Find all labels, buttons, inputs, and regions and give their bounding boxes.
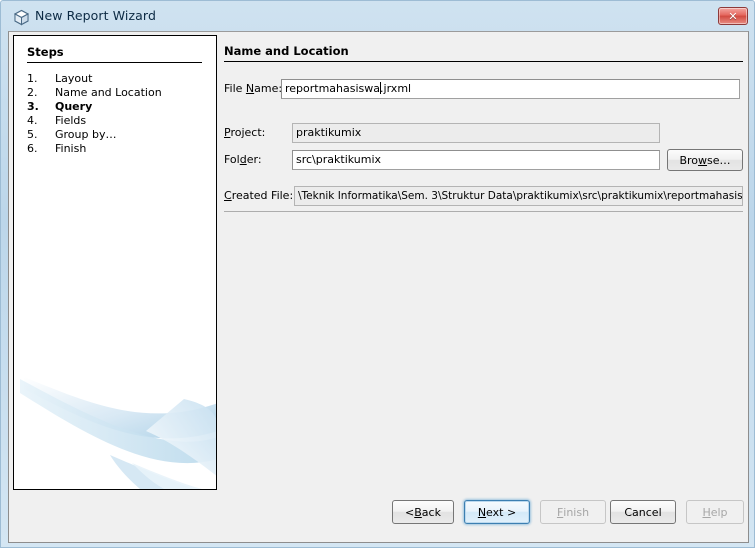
steps-panel: Steps 1. Layout 2. Name and Location 3. …	[13, 35, 217, 490]
folder-input[interactable]: src\praktikumix	[292, 150, 660, 170]
step-number: 6.	[27, 142, 38, 155]
browse-button[interactable]: Bro w se…	[667, 149, 743, 171]
steps-list: 1. Layout 2. Name and Location 3. Query …	[27, 72, 207, 156]
step-item-query: 3. Query	[27, 100, 207, 114]
file-name-value-pre: reportmahasiswa	[285, 82, 381, 95]
step-label: Name and Location	[55, 86, 162, 99]
folder-label: Folder:	[224, 153, 262, 166]
window-title: New Report Wizard	[35, 8, 156, 23]
step-number: 3.	[27, 100, 39, 113]
step-item-layout: 1. Layout	[27, 72, 207, 86]
page-title: Name and Location	[224, 44, 349, 58]
step-label: Group by…	[55, 128, 117, 141]
steps-heading-divider	[27, 62, 202, 63]
step-label: Query	[55, 100, 93, 113]
form-bottom-divider	[224, 211, 743, 212]
dialog-button-bar: < Back Next > Finish Cancel Help	[9, 494, 748, 542]
content-panel: Name and Location File Name: reportmahas…	[221, 35, 746, 490]
step-item-group-by: 5. Group by…	[27, 128, 207, 142]
created-file-label: Created File:	[224, 189, 294, 202]
project-input: praktikumix	[292, 123, 660, 143]
close-icon: ✕	[728, 9, 738, 23]
file-name-value-post: .jrxml	[380, 82, 412, 95]
step-number: 1.	[27, 72, 38, 85]
step-number: 4.	[27, 114, 38, 127]
file-name-input[interactable]: reportmahasiswa.jrxml	[281, 79, 740, 99]
project-label: Project:	[224, 126, 266, 139]
page-title-divider	[224, 61, 743, 62]
back-button[interactable]: < Back	[392, 500, 454, 524]
dialog-window: New Report Wizard ✕ Steps 1. Layout 2. N…	[0, 0, 755, 548]
step-item-finish: 6. Finish	[27, 142, 207, 156]
help-button: Help	[686, 500, 744, 524]
finish-button: Finish	[540, 500, 606, 524]
created-file-input: \Teknik Informatika\Sem. 3\Struktur Data…	[294, 186, 743, 206]
cancel-button[interactable]: Cancel	[610, 500, 676, 524]
dialog-body: Steps 1. Layout 2. Name and Location 3. …	[8, 31, 749, 543]
title-bar[interactable]: New Report Wizard ✕	[4, 3, 753, 31]
step-item-name-and-location: 2. Name and Location	[27, 86, 207, 100]
file-name-label: File Name:	[224, 82, 283, 95]
step-number: 5.	[27, 128, 38, 141]
close-button[interactable]: ✕	[718, 7, 748, 25]
step-item-fields: 4. Fields	[27, 114, 207, 128]
cube-icon	[13, 9, 30, 26]
step-label: Layout	[55, 72, 93, 85]
step-label: Finish	[55, 142, 87, 155]
next-button[interactable]: Next >	[464, 500, 530, 524]
step-number: 2.	[27, 86, 38, 99]
watermark-graphic	[20, 377, 216, 489]
step-label: Fields	[55, 114, 87, 127]
steps-heading: Steps	[27, 45, 64, 59]
